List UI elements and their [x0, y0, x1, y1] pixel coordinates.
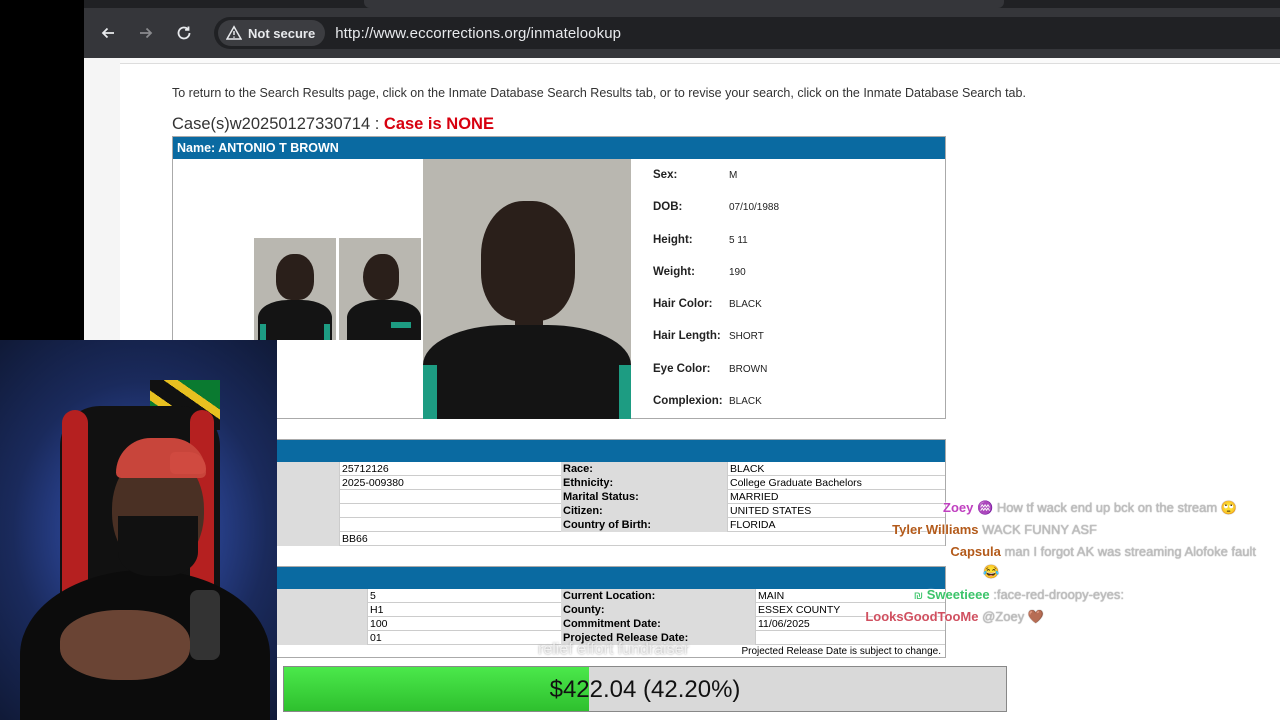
table-row: Cell:100Commitment Date:11/06/2025 — [173, 617, 945, 631]
stream-frame: Not secure http://www.eccorrections.org/… — [0, 0, 1280, 720]
donation-label: $422.04 (42.20%) — [549, 676, 741, 703]
warning-icon — [226, 25, 242, 40]
mugshot-main — [423, 159, 631, 419]
inmate-name-bar: Name: ANTONIO T BROWN — [173, 137, 945, 159]
mugshot-thumbnail-front[interactable] — [254, 238, 336, 340]
webcam-overlay — [0, 340, 277, 720]
attr-height: Height: 5 11 — [653, 234, 748, 246]
reload-button[interactable] — [166, 15, 202, 51]
back-arrow-icon — [101, 27, 114, 39]
housing-section-title: ormation — [173, 567, 945, 589]
inmate-card: Name: ANTONIO T BROWN Sex: M DOB: 07/10/… — [172, 136, 946, 419]
case-number: Case(s)w20250127330714 : — [172, 115, 384, 133]
table-row: Country of Birth: FLORIDA — [173, 518, 945, 532]
info-section-title: on — [173, 440, 945, 462]
table-row: Citizen: UNITED STATES — [173, 504, 945, 518]
table-row: 25712126 Race: BLACK — [173, 462, 945, 476]
attr-hair-length: Hair Length: SHORT — [653, 330, 764, 342]
streamer-hand — [60, 610, 190, 680]
case-status: Case is NONE — [383, 115, 494, 133]
attr-sex: Sex: M — [653, 169, 738, 181]
instructions-text: To return to the Search Results page, cl… — [172, 86, 1026, 100]
case-line: Case(s)w20250127330714 : Case is NONE — [172, 115, 494, 134]
attr-eye-color: Eye Color: BROWN — [653, 363, 768, 375]
attr-complexion: Complexion: BLACK — [653, 395, 762, 407]
forward-button[interactable] — [128, 15, 164, 51]
table-row: 2025-009380 Ethnicity: College Graduate Ba… — [173, 476, 945, 490]
browser-toolbar: Not secure http://www.eccorrections.org/… — [84, 8, 1280, 58]
fundraiser-ghost-text: relief effort fundraiser — [538, 641, 689, 658]
attr-weight: Weight: 190 — [653, 266, 746, 278]
back-button[interactable] — [90, 15, 126, 51]
table-row: Block:H1County:ESSEX COUNTY — [173, 603, 945, 617]
table-row: ection:5Current Location:MAIN — [173, 589, 945, 603]
url-text[interactable]: http://www.eccorrections.org/inmatelooku… — [335, 25, 621, 42]
inmate-lookup-page: To return to the Search Results page, cl… — [120, 58, 1280, 720]
attr-hair-color: Hair Color: BLACK — [653, 298, 762, 310]
address-bar[interactable]: Not secure http://www.eccorrections.org/… — [214, 17, 1280, 49]
info-grid: 25712126 Race: BLACK 2025-009380 Ethnicity:… — [173, 462, 945, 546]
donation-progress-bar: $422.04 (42.20%) — [283, 666, 1007, 712]
page-top-rule — [120, 58, 1280, 64]
security-label: Not secure — [248, 25, 316, 41]
forward-arrow-icon — [140, 27, 153, 39]
attr-dob: DOB: 07/10/1988 — [653, 201, 780, 213]
phone-icon — [190, 590, 220, 660]
reload-icon — [177, 26, 191, 40]
active-tab-edge[interactable] — [364, 0, 1004, 8]
table-row: Marital Status: MARRIED — [173, 490, 945, 504]
mugshot-thumbnail-profile[interactable] — [339, 238, 421, 340]
streamer-beard — [118, 516, 198, 576]
site-security-chip[interactable]: Not secure — [218, 20, 326, 46]
inmate-info-section: on 25712126Race:BLACK 2025-009380Ethnici… — [172, 439, 946, 546]
table-row: BB66 — [173, 532, 945, 546]
